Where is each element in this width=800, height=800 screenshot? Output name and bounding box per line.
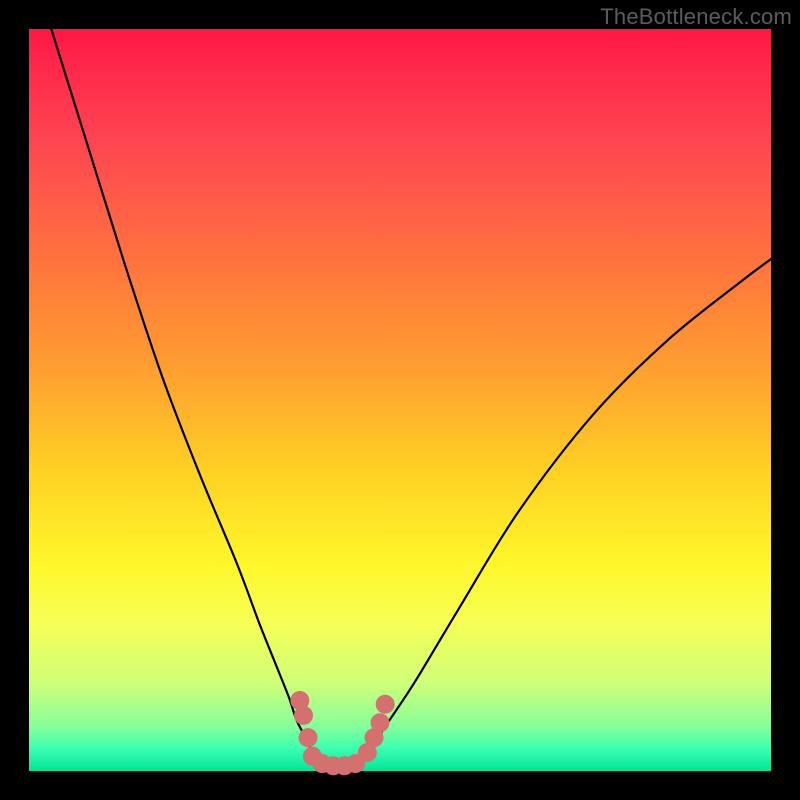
curves-group (51, 29, 771, 771)
marker-dot (294, 706, 313, 725)
plot-area (29, 29, 771, 771)
marker-dot (376, 695, 395, 714)
marker-dot (298, 728, 317, 747)
watermark-text: TheBottleneck.com (600, 4, 792, 30)
curve-right-branch (341, 259, 771, 771)
chart-frame: TheBottleneck.com (0, 0, 800, 800)
curve-left-branch (51, 29, 340, 771)
marker-dot (370, 713, 389, 732)
plot-svg (29, 29, 771, 771)
markers-group (290, 691, 394, 775)
